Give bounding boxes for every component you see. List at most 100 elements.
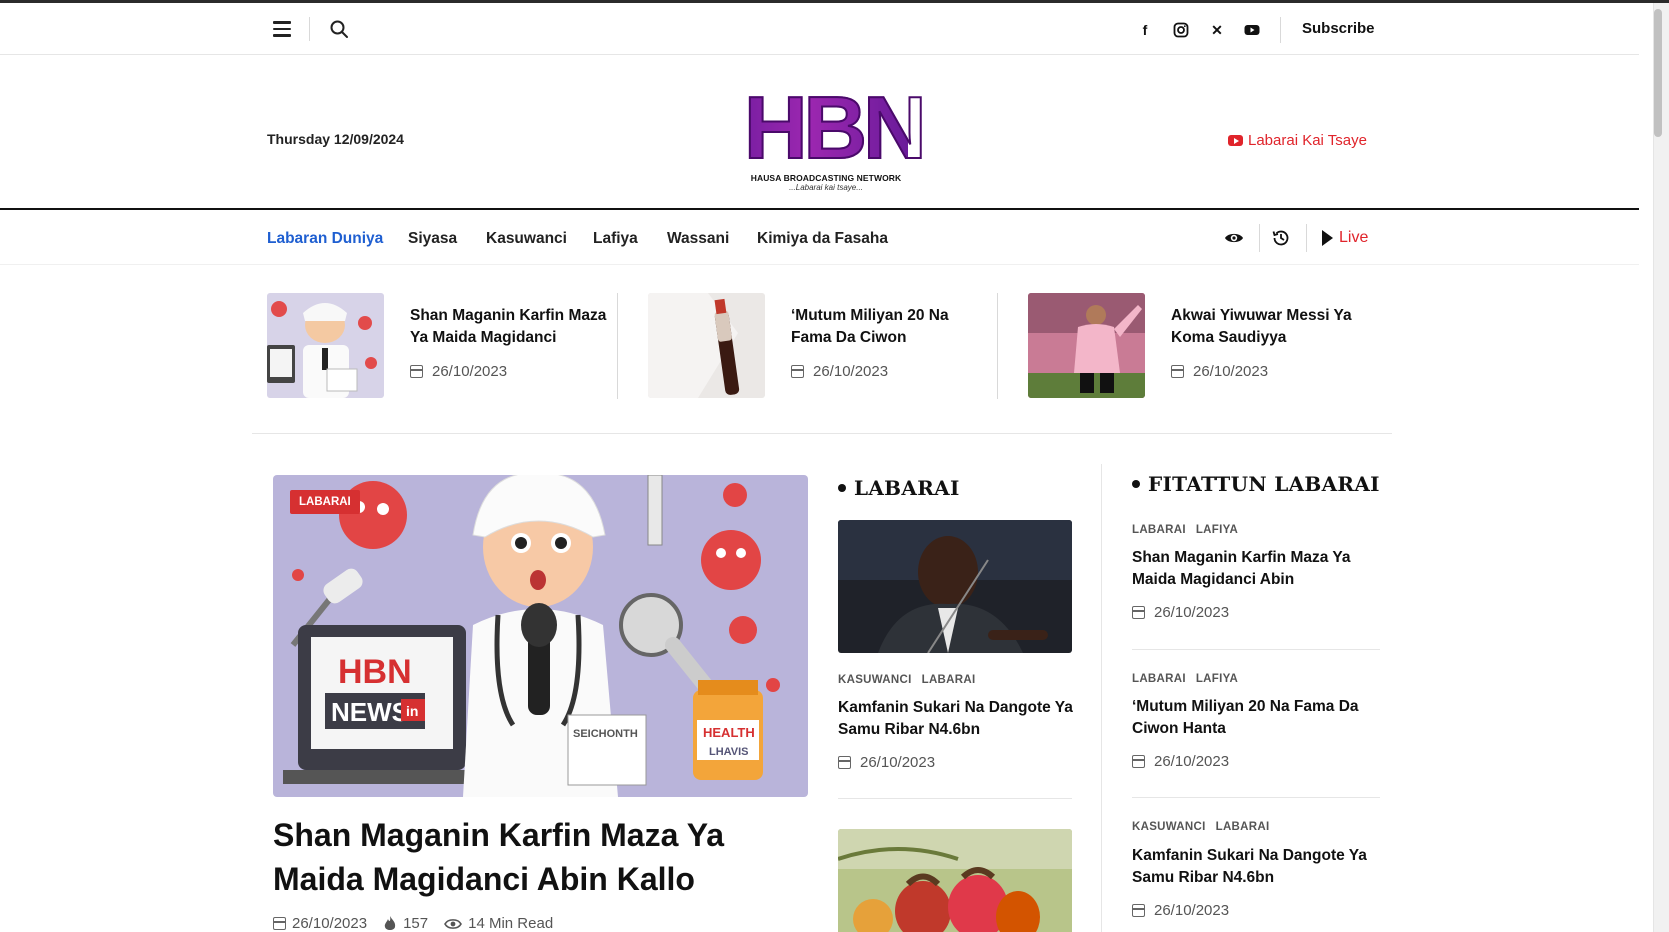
date-text: 26/10/2023 (860, 754, 936, 771)
item-categories: LABARAI LAFIYA (1132, 524, 1248, 536)
card-title[interactable]: Kamfanin Sukari Na Dangote Ya Samu Ribar… (838, 697, 1078, 741)
page-scrollbar[interactable] (1653, 3, 1669, 932)
item-categories: LABARAI LAFIYA (1132, 673, 1248, 685)
date-text: 26/10/2023 (1154, 902, 1230, 919)
date-text: 26/10/2023 (432, 363, 508, 380)
x-icon[interactable]: ✕ (1208, 21, 1226, 39)
nav-siyasa[interactable]: Siyasa (408, 230, 457, 248)
youtube-channel-link[interactable]: Labarai Kai Tsaye (1228, 132, 1367, 149)
ticker-date: 26/10/2023 (410, 363, 507, 380)
ticker-thumbnail[interactable] (1028, 293, 1145, 398)
calendar-icon (1132, 606, 1145, 619)
search-icon[interactable] (329, 19, 349, 39)
divider (1259, 224, 1260, 252)
category-badge[interactable]: LABARAI (290, 490, 360, 514)
youtube-icon[interactable] (1243, 21, 1261, 39)
item-title[interactable]: ‘Mutum Miliyan 20 Na Fama Da Ciwon Hanta (1132, 696, 1372, 740)
ticker-item[interactable]: Akwai Yiwuwar Messi Ya Koma Saudiyya 26/… (1028, 293, 1378, 399)
divider (1132, 797, 1380, 798)
category-tag[interactable]: LABARAI (1216, 821, 1270, 833)
top-bar: f ✕ Subscribe (0, 3, 1653, 55)
category-tag[interactable]: LABARAI (1132, 524, 1186, 536)
divider (252, 433, 1392, 434)
ticker-thumbnail[interactable] (267, 293, 384, 398)
bullet-dot (1132, 480, 1140, 488)
divider (309, 17, 310, 41)
divider (1280, 17, 1281, 43)
scrollbar-thumb[interactable] (1654, 9, 1662, 137)
date-text: 26/10/2023 (1193, 363, 1269, 380)
menu-icon[interactable] (273, 21, 291, 37)
card-date: 26/10/2023 (838, 754, 935, 771)
ticker-date: 26/10/2023 (791, 363, 888, 380)
facebook-icon[interactable]: f (1136, 21, 1154, 39)
nav-kimiya-da-fasaha[interactable]: Kimiya da Fasaha (757, 230, 888, 248)
ticker-item[interactable]: ‘Mutum Miliyan 20 Na Fama Da Ciwon 26/10… (648, 293, 998, 399)
logo-tagline: ...Labarai kai tsaye... (789, 183, 863, 192)
category-tag[interactable]: LABARAI (1132, 673, 1186, 685)
card-image[interactable] (838, 829, 1072, 932)
featured-read-time: 14 Min Read (468, 915, 554, 932)
category-tag[interactable]: LAFIYA (1196, 524, 1238, 536)
history-icon[interactable] (1271, 228, 1291, 248)
eye-icon[interactable] (1224, 228, 1244, 248)
calendar-icon (838, 756, 851, 769)
fitattun-heading: FITATTUN LABARAI (1132, 472, 1380, 496)
nav-labaran-duniya[interactable]: Labaran Duniya (267, 230, 383, 248)
in-badge-text: in (406, 703, 418, 719)
jar-label-bottom: LHAVIS (709, 746, 749, 758)
calendar-icon (1171, 365, 1184, 378)
column-divider (1101, 464, 1102, 932)
ticker-title[interactable]: Shan Maganin Karfin Maza Ya Maida Magida… (410, 305, 610, 349)
item-date: 26/10/2023 (1132, 604, 1229, 621)
divider (1132, 649, 1380, 650)
divider (1306, 224, 1307, 252)
news-screen-text: NEWS (331, 697, 409, 727)
instagram-icon[interactable] (1172, 21, 1190, 39)
play-icon (1322, 230, 1333, 246)
nav-lafiya[interactable]: Lafiya (593, 230, 638, 248)
item-date: 26/10/2023 (1132, 902, 1229, 919)
card-image[interactable] (838, 520, 1072, 653)
flame-icon (384, 915, 396, 930)
ticker-title[interactable]: ‘Mutum Miliyan 20 Na Fama Da Ciwon (791, 305, 991, 349)
category-tag[interactable]: LABARAI (922, 674, 976, 686)
fitattun-heading-text: FITATTUN LABARAI (1148, 472, 1380, 496)
page: f ✕ Subscribe Thursday 12/09/2024 HBN HA… (0, 0, 1669, 932)
calendar-icon (1132, 755, 1145, 768)
ticker-title[interactable]: Akwai Yiwuwar Messi Ya Koma Saudiyya (1171, 305, 1371, 349)
live-button[interactable]: Live (1322, 229, 1368, 247)
featured-title[interactable]: Shan Maganin Karfin Maza Ya Maida Magida… (273, 813, 813, 901)
nav-kasuwanci[interactable]: Kasuwanci (486, 230, 567, 248)
site-logo[interactable]: HBN HAUSA BROADCASTING NETWORK ...Labara… (743, 78, 928, 195)
bullet-dot (838, 484, 846, 492)
item-title[interactable]: Shan Maganin Karfin Maza Ya Maida Magida… (1132, 547, 1372, 591)
jar-label-top: HEALTH (703, 725, 755, 740)
labarai-heading-text: LABARAI (854, 476, 960, 500)
category-tag[interactable]: KASUWANCI (838, 674, 912, 686)
date-text: 26/10/2023 (1154, 604, 1230, 621)
ticker-thumbnail[interactable] (648, 293, 765, 398)
youtube-icon (1228, 135, 1243, 146)
calendar-icon (791, 365, 804, 378)
category-tag[interactable]: KASUWANCI (1132, 821, 1206, 833)
divider (838, 798, 1072, 799)
live-label: Live (1339, 229, 1369, 246)
nav-wassani[interactable]: Wassani (667, 230, 729, 248)
subscribe-button[interactable]: Subscribe (1302, 20, 1375, 37)
calendar-icon (1132, 904, 1145, 917)
featured-image[interactable]: HBN NEWS in SEICHONTH HEALTH LHAVIS (273, 475, 808, 797)
logo-letters: HBN (743, 78, 928, 177)
card-categories: KASUWANCI LABARAI (838, 674, 985, 686)
eye-icon (444, 918, 463, 929)
date-text: 26/10/2023 (1154, 753, 1230, 770)
hbn-screen-text: HBN (338, 653, 412, 691)
date-text: 26/10/2023 (813, 363, 889, 380)
calendar-icon (273, 917, 286, 930)
ticker-item[interactable]: Shan Maganin Karfin Maza Ya Maida Magida… (267, 293, 617, 399)
category-tag[interactable]: LAFIYA (1196, 673, 1238, 685)
item-title[interactable]: Kamfanin Sukari Na Dangote Ya Samu Ribar… (1132, 845, 1372, 889)
item-date: 26/10/2023 (1132, 753, 1229, 770)
divider (617, 293, 618, 399)
youtube-link-label: Labarai Kai Tsaye (1248, 132, 1367, 149)
